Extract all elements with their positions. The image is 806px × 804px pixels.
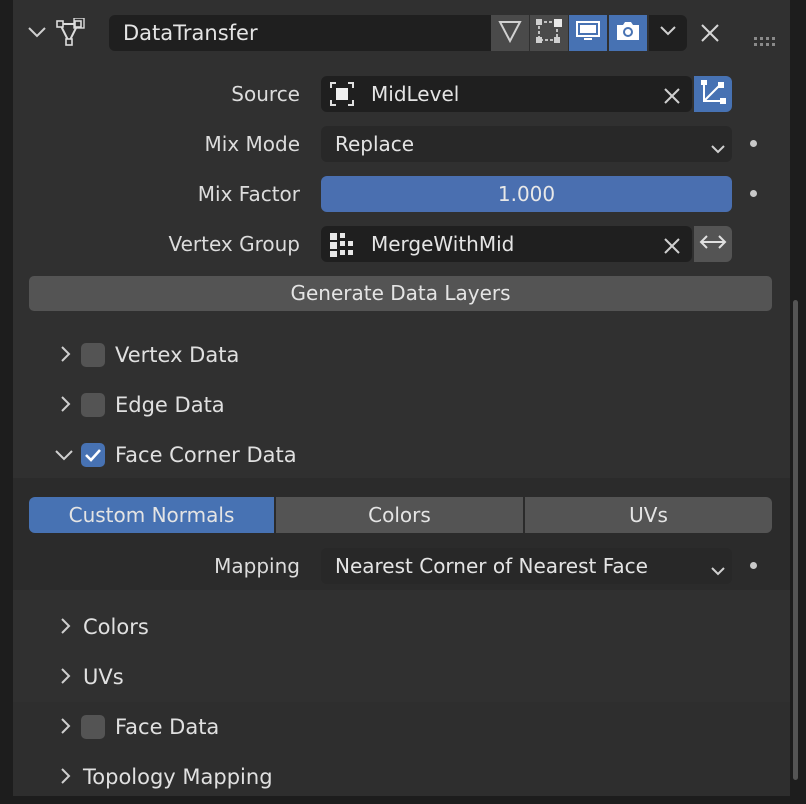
clear-vertex-group-close-icon[interactable]: [661, 232, 683, 268]
chevron-right-icon[interactable]: [58, 665, 74, 692]
mapping-dropdown[interactable]: Nearest Corner of Nearest Face: [321, 548, 732, 584]
arrow-left-right-icon: [698, 232, 728, 257]
mix-mode-label: Mix Mode: [204, 132, 301, 156]
camera-icon: [614, 18, 642, 49]
modifier-menu-button[interactable]: [649, 15, 687, 51]
modifier-name-input[interactable]: DataTransfer: [109, 15, 491, 51]
tab-uvs[interactable]: UVs: [525, 497, 772, 533]
edit-mesh-icon: [535, 17, 563, 50]
chevron-right-icon[interactable]: [58, 343, 74, 370]
tab-colors[interactable]: Colors: [276, 497, 523, 533]
chevron-right-icon[interactable]: [58, 393, 74, 420]
colors-subpanel-label[interactable]: Colors: [83, 602, 149, 652]
object-transform-toggle[interactable]: [694, 76, 732, 112]
clear-source-close-icon[interactable]: [661, 82, 683, 118]
transform-axes-icon: [699, 78, 727, 111]
mix-factor-slider[interactable]: 1.000: [321, 176, 732, 212]
render-toggle[interactable]: [609, 15, 647, 51]
generate-data-layers-button[interactable]: Generate Data Layers: [29, 276, 772, 311]
vertex-data-label[interactable]: Vertex Data: [115, 330, 239, 380]
face-corner-data-label[interactable]: Face Corner Data: [115, 430, 297, 480]
chevron-right-icon[interactable]: [58, 715, 74, 742]
keyframe-dot[interactable]: [750, 140, 757, 147]
uvs-subpanel-label[interactable]: UVs: [83, 652, 124, 702]
invert-vertex-group-toggle[interactable]: [694, 226, 732, 262]
monitor-icon: [575, 18, 601, 49]
vertex-group-label: Vertex Group: [168, 232, 300, 256]
mapping-value: Nearest Corner of Nearest Face: [335, 554, 648, 578]
panel-scrollbar[interactable]: [793, 300, 798, 780]
chevron-right-icon[interactable]: [58, 615, 74, 642]
chevron-down-icon: [657, 20, 679, 47]
cage-mode-toggle[interactable]: [530, 15, 568, 51]
edge-data-checkbox[interactable]: [81, 393, 105, 417]
keyframe-dot[interactable]: [750, 190, 757, 197]
collapse-chevron-icon[interactable]: [26, 20, 48, 49]
chevron-down-icon[interactable]: [53, 445, 75, 470]
mix-mode-dropdown[interactable]: Replace: [321, 126, 732, 162]
vertex-data-checkbox[interactable]: [81, 343, 105, 367]
mix-factor-label: Mix Factor: [197, 182, 300, 206]
vertex-triangle-icon: [497, 18, 523, 49]
mix-mode-value: Replace: [335, 132, 415, 156]
chevron-down-icon: [709, 556, 727, 592]
face-corner-data-checkbox[interactable]: [81, 443, 105, 467]
keyframe-dot[interactable]: [750, 562, 757, 569]
vertex-group-field[interactable]: MergeWithMid: [321, 226, 692, 262]
edge-data-label[interactable]: Edge Data: [115, 380, 225, 430]
source-label: Source: [231, 82, 300, 106]
topology-mapping-label[interactable]: Topology Mapping: [83, 752, 273, 802]
edit-mode-toggle[interactable]: [491, 15, 529, 51]
vertex-group-icon: [328, 231, 356, 270]
object-icon: [329, 81, 355, 118]
face-data-checkbox[interactable]: [81, 715, 105, 739]
tab-custom-normals[interactable]: Custom Normals: [29, 497, 274, 533]
chevron-down-icon: [709, 134, 727, 170]
chevron-right-icon[interactable]: [58, 765, 74, 792]
data-transfer-icon: [56, 17, 86, 53]
face-data-label[interactable]: Face Data: [115, 702, 219, 752]
vertex-group-value: MergeWithMid: [371, 232, 515, 256]
drag-handle-icon[interactable]: [754, 28, 778, 52]
mapping-label: Mapping: [214, 554, 300, 578]
remove-modifier-close-icon[interactable]: [698, 21, 722, 50]
checkmark-icon: [85, 449, 101, 462]
source-object-field[interactable]: MidLevel: [321, 76, 692, 112]
source-object-value: MidLevel: [371, 82, 460, 106]
viewport-toggle[interactable]: [569, 15, 607, 51]
